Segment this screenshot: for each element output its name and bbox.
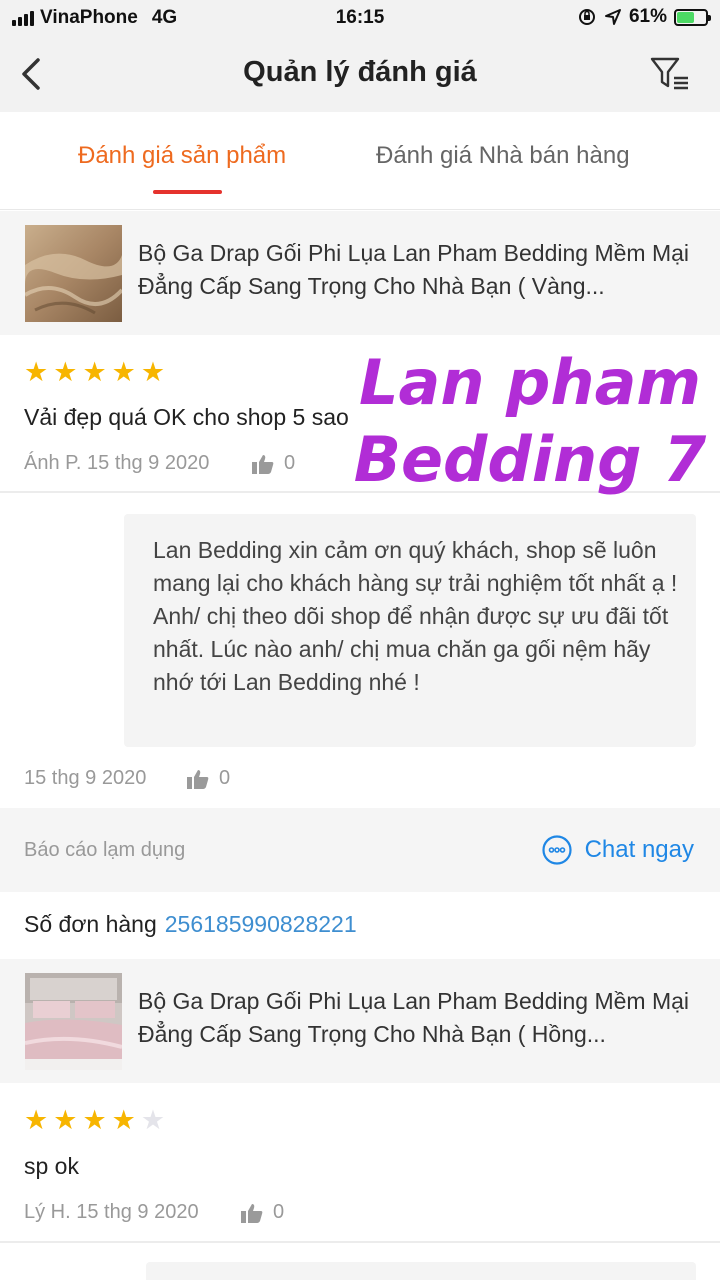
star-icon: ★	[24, 1105, 49, 1135]
product-thumbnail	[25, 973, 122, 1070]
tab-seller-reviews[interactable]: Đánh giá Nhà bán hàng	[376, 142, 630, 170]
rating-stars: ★ ★ ★ ★ ★	[24, 359, 165, 386]
active-tab-indicator	[153, 190, 222, 194]
rating-stars: ★ ★ ★ ★ ★	[24, 1107, 165, 1134]
like-button[interactable]: 0	[187, 767, 230, 790]
report-abuse-link[interactable]: Báo cáo lạm dụng	[24, 839, 185, 862]
chat-bubble-icon	[541, 835, 572, 865]
star-icon: ★	[111, 1105, 136, 1135]
star-icon: ★	[140, 357, 166, 387]
review-author-date: Ánh P. 15 thg 9 2020	[24, 452, 210, 474]
like-button[interactable]: 0	[241, 1201, 284, 1224]
star-icon: ★	[82, 1105, 107, 1135]
order-info: Số đơn hàng 256185990828221	[24, 911, 357, 938]
seller-reply: Lan Bedding xin cảm ơn quý khách, shop s…	[124, 514, 696, 747]
order-number-link[interactable]: 256185990828221	[165, 911, 357, 937]
star-icon: ★	[82, 357, 107, 387]
watermark-line: Lan pham	[358, 346, 702, 419]
review-text: Vải đẹp quá OK cho shop 5 sao	[24, 404, 349, 430]
thumbs-up-icon	[241, 1203, 263, 1223]
star-icon: ★	[53, 357, 78, 387]
star-icon: ★	[24, 357, 49, 387]
seller-reply-text: Lan Bedding xin cảm ơn quý khách, shop s…	[153, 537, 678, 695]
thumbs-up-icon	[187, 769, 209, 789]
review-author-date: Lý H. 15 thg 9 2020	[24, 1201, 199, 1223]
thumbs-up-icon	[252, 454, 274, 474]
chat-now-label: Chat ngay	[584, 836, 694, 863]
like-count: 0	[273, 1201, 285, 1223]
location-arrow-icon	[604, 9, 621, 25]
star-icon: ★	[111, 357, 136, 387]
chat-now-button[interactable]: Chat ngay	[541, 834, 694, 866]
watermark-line: Bedding 7	[353, 423, 707, 496]
like-button[interactable]: 0	[252, 452, 295, 475]
tab-product-reviews[interactable]: Đánh giá sản phẩm	[78, 142, 286, 170]
battery-icon	[674, 8, 711, 26]
star-empty-icon: ★	[140, 1105, 166, 1135]
nav-bar: Quản lý đánh giá	[0, 38, 720, 112]
product-row[interactable]: Bộ Ga Drap Gối Phi Lụa Lan Pham Bedding …	[0, 211, 720, 335]
order-label: Số đơn hàng	[24, 911, 157, 937]
review-actions: Báo cáo lạm dụng Chat ngay	[0, 808, 720, 892]
star-icon: ★	[53, 1105, 78, 1135]
like-count: 0	[219, 767, 231, 789]
filter-icon[interactable]	[650, 56, 690, 92]
seller-reply	[146, 1262, 696, 1280]
product-name: Bộ Ga Drap Gối Phi Lụa Lan Pham Bedding …	[138, 988, 690, 1047]
battery-percent: 61%	[628, 6, 667, 27]
product-thumbnail	[25, 225, 122, 322]
status-bar: VinaPhone 4G 16:15 61%	[0, 0, 720, 38]
product-row[interactable]: Bộ Ga Drap Gối Phi Lụa Lan Pham Bedding …	[0, 959, 720, 1083]
like-count: 0	[284, 452, 296, 474]
page-title: Quản lý đánh giá	[243, 56, 477, 88]
review-tabs: Đánh giá sản phẩm Đánh giá Nhà bán hàng	[0, 112, 720, 210]
status-right: 61%	[577, 6, 711, 28]
divider	[0, 1241, 720, 1243]
reply-date: 15 thg 9 2020	[24, 767, 147, 789]
orientation-lock-icon	[578, 9, 595, 25]
review-text: sp ok	[24, 1153, 79, 1179]
watermark-text: Lan pham Bedding 7	[345, 344, 715, 498]
product-name: Bộ Ga Drap Gối Phi Lụa Lan Pham Bedding …	[138, 240, 690, 299]
